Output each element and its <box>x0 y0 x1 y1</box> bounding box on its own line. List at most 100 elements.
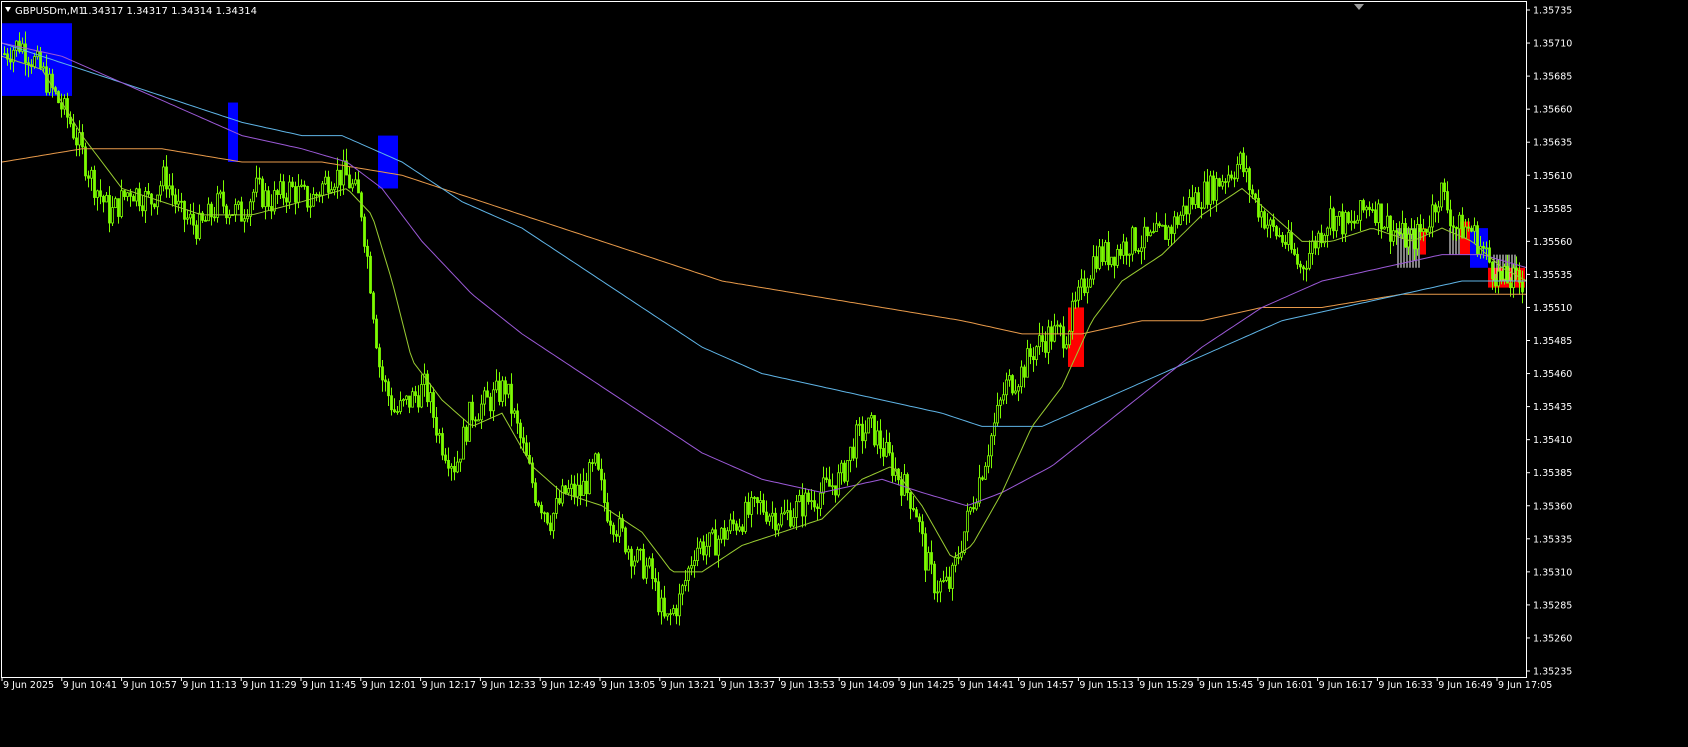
ohlc-readout: 1.34317 1.34317 1.34314 1.34314 <box>82 6 257 17</box>
candle <box>855 419 858 468</box>
price-axis[interactable]: 1.35735 1.35710 1.35685 1.35660 1.35635 1.356… <box>1526 6 1572 678</box>
candle <box>567 479 570 496</box>
candle <box>1290 222 1293 254</box>
candle <box>1347 211 1350 225</box>
candle <box>78 120 81 157</box>
candle <box>393 398 396 414</box>
candle <box>285 192 288 213</box>
candle <box>1293 242 1296 256</box>
candle <box>414 385 417 403</box>
candle <box>180 192 183 213</box>
candle <box>1461 207 1464 239</box>
candle <box>1101 239 1104 266</box>
candle <box>1383 226 1386 230</box>
candle <box>1308 240 1311 271</box>
time-axis[interactable]: 9 Jun 2025 9 Jun 10:41 9 Jun 10:57 9 Jun 11… <box>1 677 1552 691</box>
candle <box>615 530 618 542</box>
candle <box>249 198 252 226</box>
trading-chart[interactable]: 1.35735 1.35710 1.35685 1.35660 1.35635 1.356… <box>0 0 1688 747</box>
menu-triangle-icon[interactable] <box>5 7 11 12</box>
candle <box>1188 189 1191 223</box>
candle <box>267 186 270 211</box>
x-tick-label: 9 Jun 15:13 <box>1079 680 1133 691</box>
candle <box>612 522 615 543</box>
candle <box>408 395 411 414</box>
chart-shift-triangle-icon[interactable] <box>1354 4 1364 10</box>
candle <box>426 370 429 407</box>
candle <box>1212 170 1215 205</box>
candle <box>753 495 756 508</box>
candle <box>1305 260 1308 282</box>
candle <box>279 173 282 199</box>
candle <box>1131 225 1134 262</box>
candle <box>1062 316 1065 358</box>
candle <box>1257 189 1260 222</box>
candle <box>1137 248 1140 255</box>
y-tick-label: 1.35585 <box>1533 204 1572 215</box>
x-tick-label: 9 Jun 17:05 <box>1498 680 1552 691</box>
candle <box>1158 221 1161 228</box>
candle <box>306 185 309 212</box>
candle <box>933 560 936 600</box>
candle <box>774 507 777 538</box>
candle <box>1401 210 1404 240</box>
candle <box>576 473 579 507</box>
y-tick-label: 1.35410 <box>1533 435 1572 446</box>
candle <box>648 556 651 569</box>
candle <box>768 513 771 526</box>
candle <box>321 180 324 204</box>
x-tick-label: 9 Jun 10:57 <box>123 680 177 691</box>
candle <box>1338 211 1341 226</box>
candle <box>621 514 624 532</box>
x-tick-label: 9 Jun 16:01 <box>1259 680 1313 691</box>
candle <box>480 394 483 429</box>
candle <box>210 201 213 226</box>
candle <box>822 466 825 505</box>
candle <box>918 513 921 533</box>
candle <box>381 360 384 392</box>
band-fill <box>228 102 238 163</box>
candle <box>1260 204 1263 228</box>
chart-header: GBPUSDm,M1 1.34317 1.34317 1.34314 1.343… <box>5 4 1364 17</box>
candle <box>1152 222 1155 234</box>
y-tick-label: 1.35335 <box>1533 534 1572 545</box>
candle <box>1110 256 1113 268</box>
candle <box>483 386 486 416</box>
x-tick-label: 9 Jun 13:53 <box>780 680 834 691</box>
candle <box>237 200 240 210</box>
candle <box>486 381 489 398</box>
band-blue-2 <box>378 135 398 189</box>
candle <box>462 418 465 460</box>
candle <box>120 179 123 219</box>
candle <box>396 406 399 415</box>
candle <box>723 520 726 547</box>
candle <box>1392 220 1395 247</box>
candle <box>678 583 681 626</box>
band-fill <box>378 135 398 189</box>
candle <box>744 496 747 534</box>
candle <box>594 452 597 466</box>
candle <box>675 604 678 625</box>
candle <box>117 198 120 224</box>
candle <box>444 448 447 464</box>
candle <box>735 520 738 536</box>
candle <box>225 203 228 225</box>
x-tick-label: 9 Jun 11:45 <box>302 680 356 691</box>
candle <box>984 462 987 481</box>
candle <box>1317 230 1320 256</box>
candle <box>600 458 603 491</box>
x-tick-label: 9 Jun 16:33 <box>1378 680 1432 691</box>
chart-canvas[interactable]: 1.35735 1.35710 1.35685 1.35660 1.35635 1.356… <box>0 0 1688 747</box>
candle <box>903 463 906 497</box>
candle <box>1128 253 1131 267</box>
candle <box>663 585 666 619</box>
candle <box>1218 177 1221 187</box>
candle <box>573 475 576 505</box>
candle <box>1437 200 1440 223</box>
indicator-bands <box>2 23 1525 367</box>
candle <box>336 157 339 199</box>
candle <box>1245 155 1248 183</box>
candle <box>1314 235 1317 255</box>
candle <box>378 343 381 378</box>
candle <box>1197 186 1200 209</box>
